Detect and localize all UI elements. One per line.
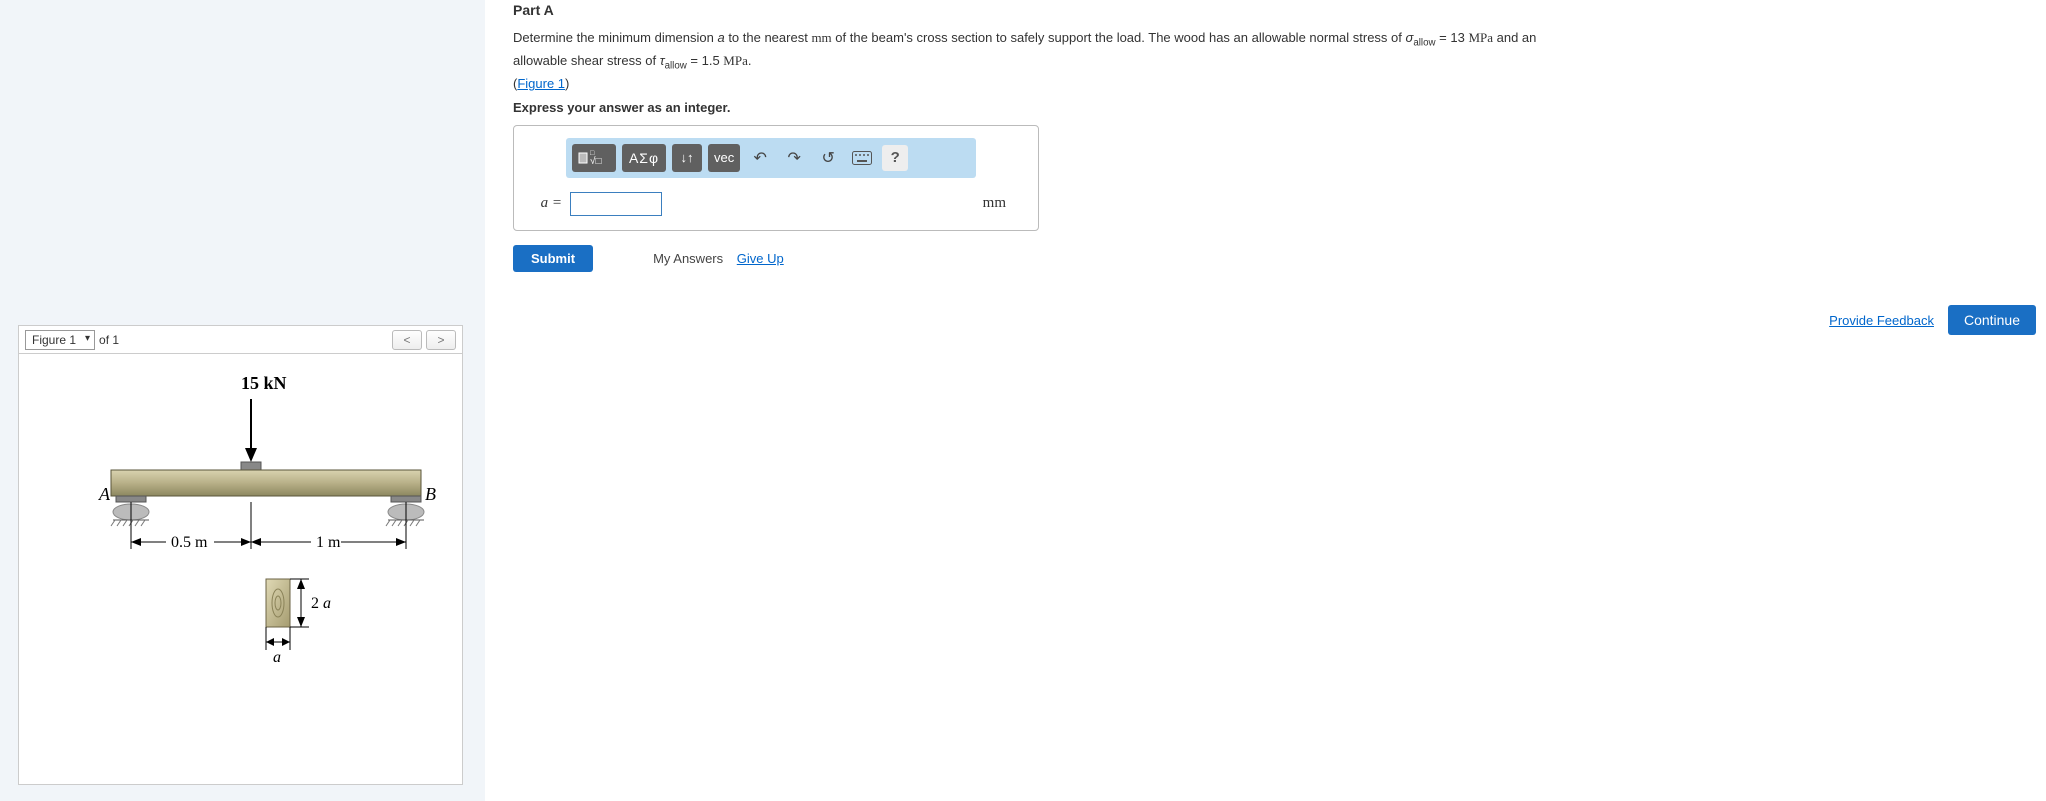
force-label: 15 kN <box>241 373 287 393</box>
answer-box: □√□ ΑΣφ ↓↑ vec ↶ ↷ ↺ ? a = mm <box>513 125 1039 231</box>
figure-of-label: of 1 <box>99 333 119 347</box>
left-pane: Figure 1 of 1 < > 15 kN <box>0 0 485 801</box>
figure-header: Figure 1 of 1 < > <box>19 326 462 354</box>
figure-next-button[interactable]: > <box>426 330 456 350</box>
part-title: Part A <box>513 0 2046 18</box>
point-b-label: B <box>425 484 436 504</box>
dim-1m: 1 m <box>316 534 341 551</box>
templates-button[interactable]: □√□ <box>572 144 616 172</box>
svg-text:√□: √□ <box>590 155 602 167</box>
figure-link[interactable]: Figure 1 <box>517 76 565 91</box>
undo-button[interactable]: ↶ <box>746 144 774 172</box>
figure-prev-button[interactable]: < <box>392 330 422 350</box>
footer-row: Provide Feedback Continue <box>1829 305 2036 335</box>
problem-prompt: Determine the minimum dimension a to the… <box>513 28 1573 94</box>
express-instruction: Express your answer as an integer. <box>513 100 2046 115</box>
dim-05m: 0.5 m <box>171 534 208 551</box>
continue-button[interactable]: Continue <box>1948 305 2036 335</box>
dim-2a: 2 a <box>311 595 331 612</box>
dim-a: a <box>273 649 281 666</box>
keyboard-icon[interactable] <box>848 144 876 172</box>
help-button[interactable]: ? <box>882 145 908 171</box>
subscript-button[interactable]: ↓↑ <box>672 144 702 172</box>
figure-selector[interactable]: Figure 1 <box>25 330 95 350</box>
answer-input[interactable] <box>570 192 662 216</box>
greek-button[interactable]: ΑΣφ <box>622 144 666 172</box>
reset-button[interactable]: ↺ <box>814 144 842 172</box>
give-up-link[interactable]: Give Up <box>737 251 784 266</box>
answer-row: a = mm <box>526 192 1026 216</box>
right-pane: Part A Determine the minimum dimension a… <box>485 0 2046 272</box>
point-a-label: A <box>98 484 111 504</box>
submit-button[interactable]: Submit <box>513 245 593 272</box>
equation-toolbar: □√□ ΑΣφ ↓↑ vec ↶ ↷ ↺ ? <box>566 138 976 178</box>
provide-feedback-link[interactable]: Provide Feedback <box>1829 313 1934 328</box>
answer-var-label: a = <box>526 195 562 212</box>
figure-svg: 15 kN A <box>41 364 441 684</box>
figure-panel: Figure 1 of 1 < > 15 kN <box>18 325 463 785</box>
submit-row: Submit My Answers Give Up <box>513 245 2046 272</box>
vec-button[interactable]: vec <box>708 144 740 172</box>
my-answers-link[interactable]: My Answers <box>653 251 723 266</box>
figure-body: 15 kN A <box>19 364 462 794</box>
redo-button[interactable]: ↷ <box>780 144 808 172</box>
answer-unit: mm <box>983 195 1026 212</box>
